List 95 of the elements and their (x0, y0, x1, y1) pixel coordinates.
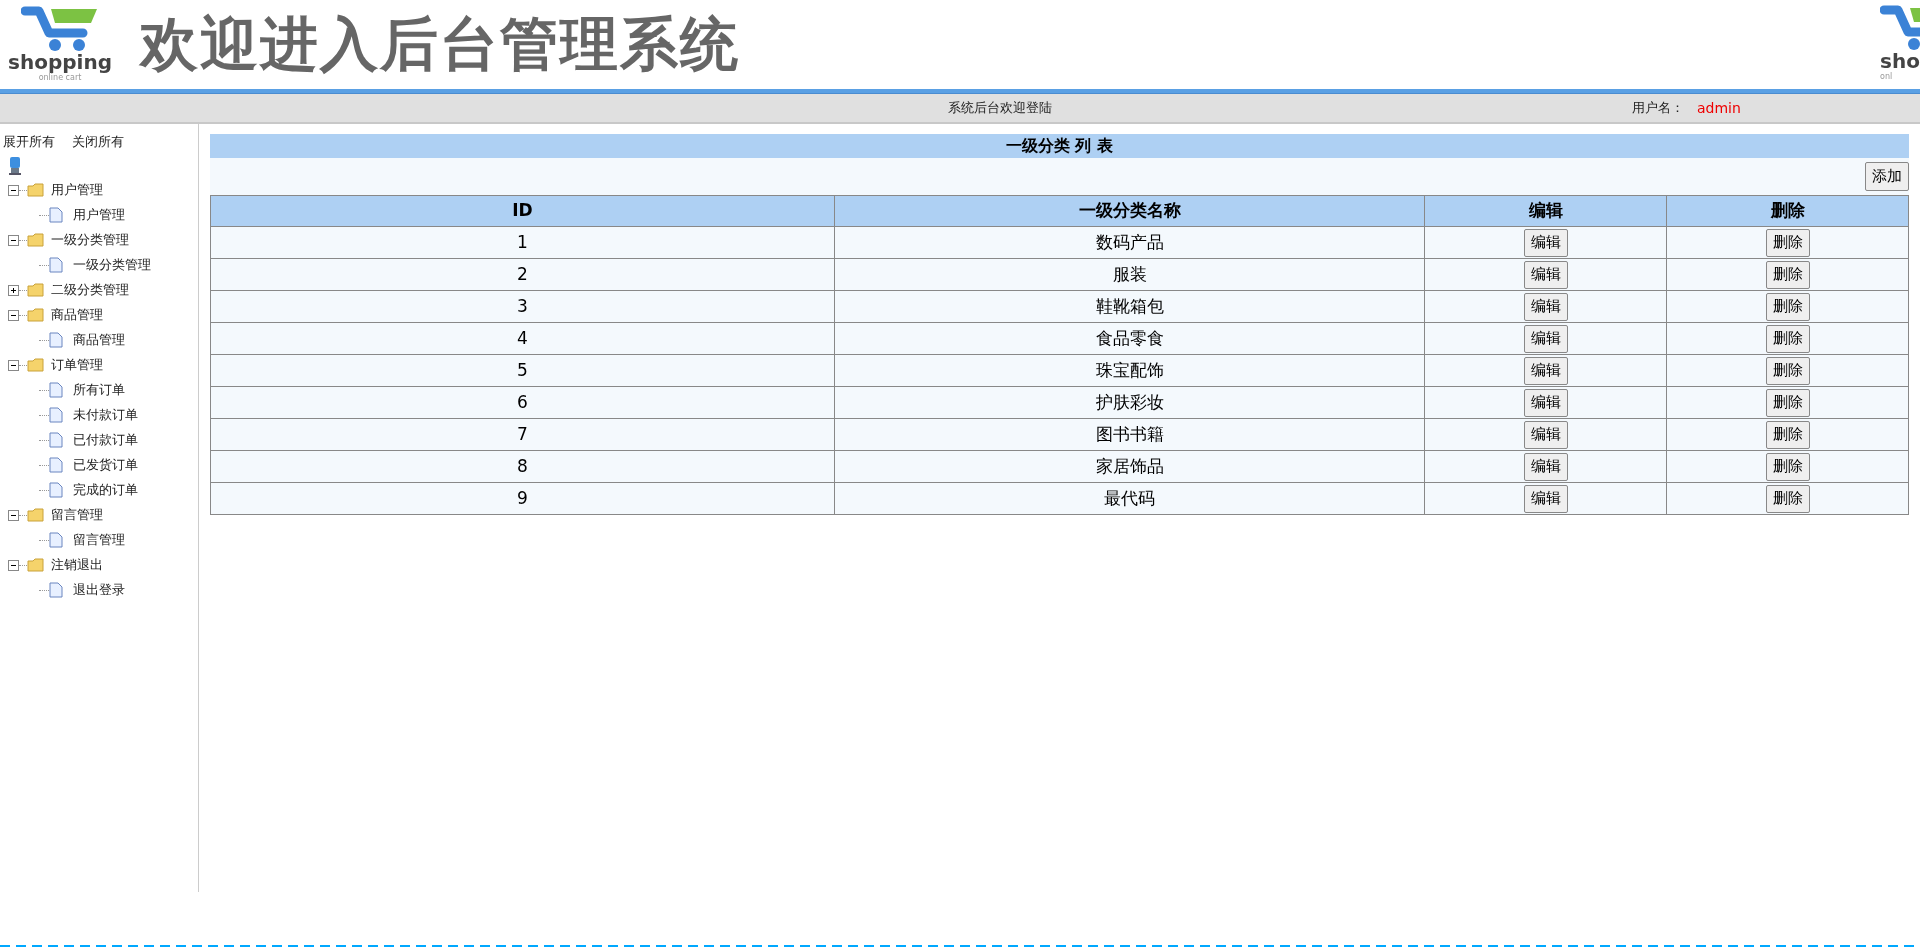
table-cell: 珠宝配饰 (834, 354, 1425, 387)
add-button[interactable]: 添加 (1865, 162, 1909, 191)
toggle-icon[interactable] (8, 184, 19, 196)
column-header: 删除 (1666, 195, 1909, 227)
tree-folder[interactable]: 二级分类管理 (51, 280, 129, 300)
page-icon (49, 407, 63, 423)
logo-text: shopping (8, 50, 112, 73)
table-cell: 鞋靴箱包 (834, 290, 1425, 323)
tree-folder[interactable]: 订单管理 (51, 355, 103, 375)
edit-button[interactable]: 编辑 (1523, 388, 1568, 417)
delete-button[interactable]: 删除 (1765, 420, 1810, 449)
cart-icon (21, 4, 99, 51)
delete-button[interactable]: 删除 (1765, 356, 1810, 385)
edit-button[interactable]: 编辑 (1523, 356, 1568, 385)
delete-button[interactable]: 删除 (1765, 292, 1810, 321)
toggle-icon[interactable] (8, 559, 19, 571)
page-icon (49, 482, 63, 498)
tree-folder[interactable]: 注销退出 (51, 555, 103, 575)
table-cell: 4 (210, 322, 835, 355)
tree-item[interactable]: 未付款订单 (73, 405, 138, 425)
page-icon (49, 332, 63, 348)
computer-icon (7, 155, 23, 176)
collapse-all-link[interactable]: 关闭所有 (72, 132, 124, 152)
toggle-icon[interactable] (8, 284, 19, 296)
toggle-icon[interactable] (8, 359, 19, 371)
tree-folder[interactable]: 留言管理 (51, 505, 103, 525)
page-icon (49, 532, 63, 548)
edit-button[interactable]: 编辑 (1523, 228, 1568, 257)
column-header: ID (210, 195, 835, 227)
expand-all-link[interactable]: 展开所有 (3, 132, 55, 152)
toggle-icon[interactable] (8, 234, 19, 246)
folder-icon (27, 308, 45, 322)
tree-item[interactable]: 商品管理 (73, 330, 125, 350)
page-icon (49, 207, 63, 223)
delete-button[interactable]: 删除 (1765, 388, 1810, 417)
table-cell: 护肤彩妆 (834, 386, 1425, 419)
tree-item[interactable]: 已发货订单 (73, 455, 138, 475)
folder-icon (27, 233, 45, 247)
table-cell: 2 (210, 258, 835, 291)
table-cell: 最代码 (834, 482, 1425, 515)
tree-item[interactable]: 已付款订单 (73, 430, 138, 450)
delete-button[interactable]: 删除 (1765, 324, 1810, 353)
user-name: admin (1697, 98, 1741, 118)
page-icon (49, 257, 63, 273)
edit-button[interactable]: 编辑 (1523, 452, 1568, 481)
logo-tagline: online cart (38, 72, 82, 83)
folder-icon (27, 358, 45, 372)
table-cell: 3 (210, 290, 835, 323)
table-cell: 5 (210, 354, 835, 387)
table-title: 一级分类 列 表 (210, 134, 1909, 158)
folder-icon (27, 558, 45, 572)
table-cell: 食品零食 (834, 322, 1425, 355)
edit-button[interactable]: 编辑 (1523, 292, 1568, 321)
edit-button[interactable]: 编辑 (1523, 420, 1568, 449)
table-cell: 9 (210, 482, 835, 515)
table-cell: 服装 (834, 258, 1425, 291)
tree-folder[interactable]: 用户管理 (51, 180, 103, 200)
tree-item[interactable]: 退出登录 (73, 580, 125, 600)
delete-button[interactable]: 删除 (1765, 484, 1810, 513)
table-cell: 8 (210, 450, 835, 483)
edit-button[interactable]: 编辑 (1523, 260, 1568, 289)
user-label: 用户名： (1632, 99, 1684, 118)
table-cell: 7 (210, 418, 835, 451)
tree-folder[interactable]: 商品管理 (51, 305, 103, 325)
page-icon (49, 582, 63, 598)
edit-button[interactable]: 编辑 (1523, 324, 1568, 353)
delete-button[interactable]: 删除 (1765, 260, 1810, 289)
page-title: 欢迎进入后台管理系统 (140, 9, 740, 80)
tree-folder[interactable]: 一级分类管理 (51, 230, 129, 250)
tree-item[interactable]: 所有订单 (73, 380, 125, 400)
table-cell: 6 (210, 386, 835, 419)
page-icon (49, 457, 63, 473)
logo-tagline: onl (1880, 72, 1893, 82)
folder-icon (27, 183, 45, 197)
table-cell: 数码产品 (834, 226, 1425, 259)
table-cell: 1 (210, 226, 835, 259)
delete-button[interactable]: 删除 (1765, 228, 1810, 257)
table-cell: 家居饰品 (834, 450, 1425, 483)
tree-item[interactable]: 用户管理 (73, 205, 125, 225)
edit-button[interactable]: 编辑 (1523, 484, 1568, 513)
column-header: 一级分类名称 (834, 195, 1425, 227)
tree-item[interactable]: 一级分类管理 (73, 255, 151, 275)
column-header: 编辑 (1424, 195, 1667, 227)
welcome-text: 系统后台欢迎登陆 (948, 99, 1052, 118)
toggle-icon[interactable] (8, 509, 19, 521)
table-cell: 图书书籍 (834, 418, 1425, 451)
page-icon (49, 382, 63, 398)
toggle-icon[interactable] (8, 309, 19, 321)
logo-text: sho (1880, 50, 1920, 72)
delete-button[interactable]: 删除 (1765, 452, 1810, 481)
tree-item[interactable]: 完成的订单 (73, 480, 138, 500)
folder-icon (27, 508, 45, 522)
tree-item[interactable]: 留言管理 (73, 530, 125, 550)
page-icon (49, 432, 63, 448)
folder-icon (27, 283, 45, 297)
